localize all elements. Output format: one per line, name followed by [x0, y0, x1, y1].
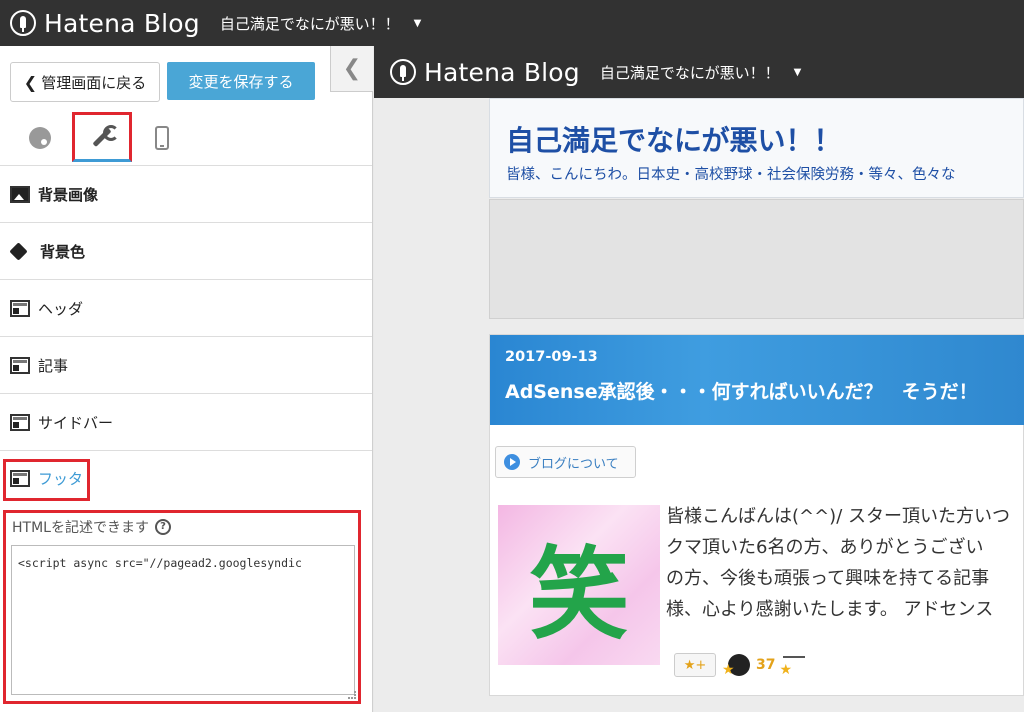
ad-placeholder [489, 199, 1024, 319]
menu-label: 背景色 [40, 242, 86, 261]
hatena-pen-icon [10, 10, 36, 36]
menu-label: 背景画像 [38, 185, 99, 204]
menu-label: フッタ [38, 469, 84, 488]
editor-topbar: Hatena Blog 自己満足でなにが悪い！！ ▼ [0, 0, 1024, 46]
logo-text: Hatena Blog [424, 57, 580, 87]
tab-customize[interactable] [72, 112, 132, 162]
article-thumbnail: 笑 [498, 505, 660, 665]
blog-selector[interactable]: 自己満足でなにが悪い！！ ▼ [220, 13, 421, 34]
menu-label: ヘッダ [38, 299, 84, 318]
menu-item-sidebar[interactable]: サイドバー [0, 394, 372, 451]
collapse-panel-button[interactable]: ❮ [330, 46, 373, 92]
blog-header: 自己満足でなにが悪い！！ 皆様、こんにちわ。日本史・高校野球・社会保険労務・等々… [489, 98, 1024, 198]
hatena-logo[interactable]: Hatena Blog [10, 9, 200, 38]
blog-preview: Hatena Blog 自己満足でなにが悪い！！ ▼ 自己満足でなにが悪い！！ … [374, 46, 1024, 712]
layout-footer-icon [10, 469, 30, 487]
blog-description: 皆様、こんにちわ。日本史・高校野球・社会保険労務・等々、色々な [506, 167, 956, 183]
menu-item-footer[interactable]: フッタ [0, 451, 372, 505]
layout-article-icon [10, 356, 30, 374]
back-to-dashboard-button[interactable]: ❮ 管理画面に戻る [10, 62, 160, 102]
back-label: 管理画面に戻る [41, 73, 147, 92]
article-title[interactable]: AdSense承認後・・・何すればいいんだ？ そうだ！ [505, 377, 978, 404]
article-date[interactable]: 2017-09-13 [505, 349, 598, 365]
layout-sidebar-icon [10, 413, 30, 431]
paint-bucket-icon [10, 241, 32, 261]
footer-html-editor: HTMLを記述できます ? <script async src="//pagea… [3, 510, 361, 704]
help-icon[interactable]: ? [154, 519, 171, 535]
footer-html-textarea[interactable]: <script async src="//pagead2.googlesyndi… [11, 545, 355, 695]
panel-toolbar: ❮ 管理画面に戻る 変更を保存する ❮ [0, 46, 373, 166]
article-body: 皆様こんばんは(^^)/ スター頂いた方いつ クマ頂いた6名の方、ありがとうござ… [666, 501, 1024, 625]
wrench-icon [89, 124, 119, 150]
layout-header-icon [10, 299, 30, 317]
avatar[interactable] [722, 654, 750, 678]
blog-title[interactable]: 自己満足でなにが悪い！！ [506, 119, 841, 159]
menu-item-header[interactable]: ヘッダ [0, 280, 372, 337]
body-line: 様、心より感謝いたします。 アドセンス [666, 599, 994, 620]
hatena-logo[interactable]: Hatena Blog [390, 58, 580, 87]
blog-selector[interactable]: 自己満足でなにが悪い！！ ▼ [600, 62, 801, 83]
menu-item-background-image[interactable]: 背景画像 [0, 166, 372, 223]
tab-smartphone[interactable] [144, 112, 180, 164]
logo-text: Hatena Blog [44, 8, 200, 38]
design-panel: ❮ 管理画面に戻る 変更を保存する ❮ 背景画像 背景色 ヘッダ 記事 サイドバ… [0, 46, 373, 712]
blog-name: 自己満足でなにが悪い！！ [599, 63, 780, 82]
html-label-text: HTMLを記述できます [12, 520, 149, 536]
menu-label: 記事 [38, 356, 69, 375]
about-label: ブログについて [528, 456, 619, 472]
body-line: 皆様こんばんは(^^)/ スター頂いた方いつ [666, 506, 1010, 527]
menu-item-background-color[interactable]: 背景色 [0, 223, 372, 280]
blog-name: 自己満足でなにが悪い！！ [219, 14, 400, 33]
html-label: HTMLを記述できます ? [12, 517, 171, 537]
smartphone-icon [155, 126, 169, 150]
menu-label: サイドバー [38, 413, 114, 432]
chevron-left-icon: ❮ [23, 72, 38, 92]
body-line: クマ頂いた6名の方、ありがとうござい [666, 537, 984, 558]
article-card: 2017-09-13 AdSense承認後・・・何すればいいんだ？ そうだ！ ブ… [489, 334, 1024, 696]
image-icon [10, 185, 30, 203]
add-star-button[interactable]: ★+ [674, 653, 716, 677]
caret-down-icon: ▼ [413, 17, 422, 29]
article-banner: 2017-09-13 AdSense承認後・・・何すればいいんだ？ そうだ！ [490, 335, 1024, 425]
palette-icon [29, 127, 51, 149]
star-count[interactable]: 37 [756, 657, 775, 673]
avatar[interactable] [779, 656, 806, 678]
resize-handle-icon[interactable] [348, 691, 356, 699]
chevron-left-icon: ❮ [342, 56, 362, 81]
preview-topbar: Hatena Blog 自己満足でなにが悪い！！ ▼ [374, 46, 1024, 98]
thumbnail-character: 笑 [529, 534, 629, 653]
play-icon [504, 454, 520, 470]
body-line: の方、今後も頑張って興味を持てる記事 [666, 568, 990, 589]
menu-item-article[interactable]: 記事 [0, 337, 372, 394]
design-tabs [0, 112, 373, 166]
hatena-pen-icon [390, 59, 416, 85]
tab-design[interactable] [22, 112, 58, 164]
save-changes-button[interactable]: 変更を保存する [167, 62, 315, 100]
caret-down-icon: ▼ [793, 66, 802, 78]
about-blog-link[interactable]: ブログについて [495, 446, 636, 478]
star-bar: ★+ 37 [674, 653, 806, 678]
